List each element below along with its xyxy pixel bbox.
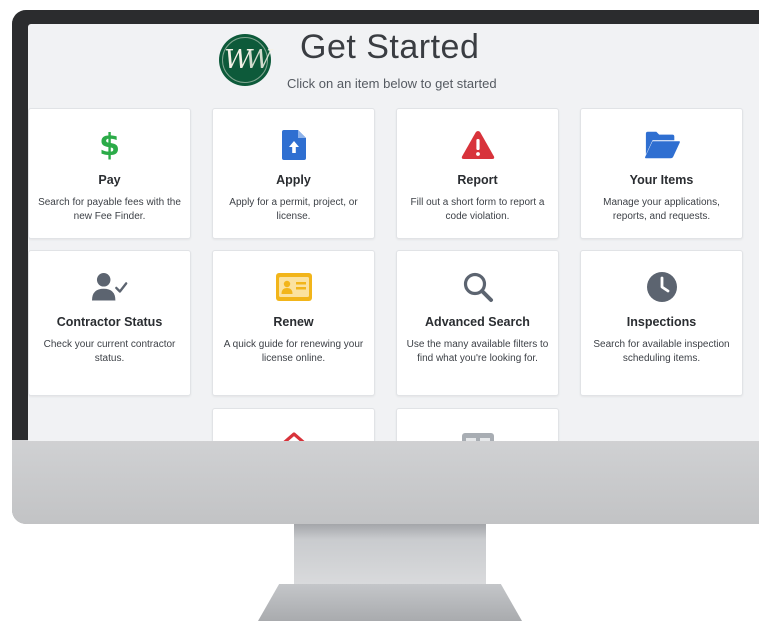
card-partial-home[interactable]: [212, 408, 375, 441]
monitor-stand-neck: [294, 520, 486, 584]
card-renew[interactable]: Renew A quick guide for renewing your li…: [212, 250, 375, 396]
card-label: Contractor Status: [56, 315, 163, 329]
card-description: Apply for a permit, project, or license.: [229, 197, 358, 222]
card-label: Advanced Search: [425, 315, 530, 329]
card-report[interactable]: Report Fill out a short form to report a…: [396, 108, 559, 239]
card-description: Manage your applications, reports, and r…: [603, 197, 720, 222]
folder-open-icon: [644, 129, 680, 161]
card-description: A quick guide for renewing your license …: [223, 339, 364, 364]
search-icon: [460, 271, 496, 303]
page-title: Get Started: [300, 28, 480, 66]
dollar-symbol: $: [99, 127, 120, 163]
card-label: Renew: [273, 315, 314, 329]
monitor-stand-base: [258, 584, 522, 621]
page-subtitle: Click on an item below to get started: [287, 76, 497, 91]
card-pay[interactable]: $ Pay Search for payable fees with the n…: [28, 108, 191, 239]
card-label: Report: [457, 173, 498, 187]
card-label: Inspections: [626, 315, 697, 329]
card-description: Fill out a short form to report a code v…: [410, 197, 545, 222]
logo-text-echo: W: [245, 45, 272, 75]
id-card-icon: [275, 271, 312, 303]
card-inspections[interactable]: Inspections Search for available inspect…: [580, 250, 743, 396]
card-description: Search for available inspection scheduli…: [593, 339, 730, 364]
card-label: Apply: [276, 173, 311, 187]
card-contractor-status[interactable]: Contractor Status Check your current con…: [28, 250, 191, 396]
file-upload-icon: [276, 129, 312, 161]
card-description: Search for payable fees with the new Fee…: [38, 197, 181, 222]
card-description: Check your current contractor status.: [43, 339, 176, 364]
card-apply[interactable]: Apply Apply for a permit, project, or li…: [212, 108, 375, 239]
screen: WW Get Started Click on an item below to…: [28, 24, 759, 441]
clock-icon: [644, 271, 680, 303]
card-your-items[interactable]: Your Items Manage your applications, rep…: [580, 108, 743, 239]
home-icon: [276, 425, 312, 441]
grid-icon: [460, 427, 496, 441]
logo: WW: [219, 34, 272, 86]
monitor-chin: [12, 440, 759, 524]
user-check-icon: [91, 271, 128, 303]
card-description: Use the many available filters to find w…: [406, 339, 549, 364]
card-label: Your Items: [629, 173, 694, 187]
card-advanced-search[interactable]: Advanced Search Use the many available f…: [396, 250, 559, 396]
card-label: Pay: [98, 173, 121, 187]
warning-icon: [460, 129, 496, 161]
dollar-icon: $: [92, 127, 128, 163]
card-partial-grid[interactable]: [396, 408, 559, 441]
